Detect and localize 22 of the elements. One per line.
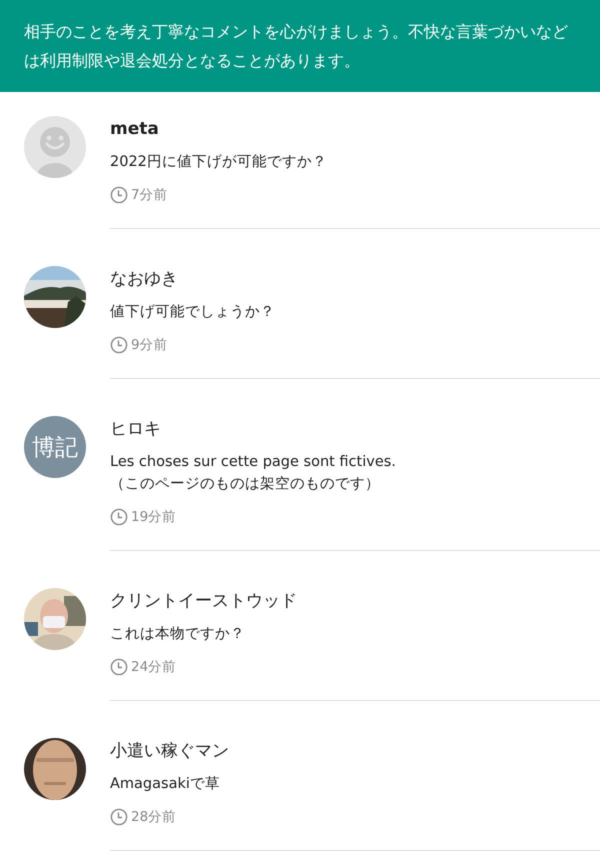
timestamp: 7分前 <box>131 186 168 205</box>
timestamp: 24分前 <box>131 658 176 677</box>
clock-icon <box>110 336 128 354</box>
comment-text: 2022円に値下げが可能ですか？ <box>110 153 328 172</box>
timestamp: 19分前 <box>131 508 176 527</box>
timestamp: 28分前 <box>131 808 176 827</box>
user-name: なおゆき <box>110 268 179 291</box>
comment-text: 値下げ可能でしょうか？ <box>110 303 276 322</box>
clock-icon <box>110 186 128 204</box>
comment-text: これは本物ですか？ <box>110 625 246 644</box>
clock-icon <box>110 658 128 676</box>
timestamp: 9分前 <box>131 336 168 355</box>
clock-icon <box>110 508 128 526</box>
user-name: meta <box>110 118 160 141</box>
avatar-initials: 博記 <box>24 416 86 478</box>
user-name: クリントイーストウッド <box>110 590 298 613</box>
user-name: 小遣い稼ぐマン <box>110 740 230 763</box>
comment-text: Les choses sur cette page sont fictives. （このページのものは架空のものです） <box>110 453 397 494</box>
user-name: ヒロキ <box>110 418 162 441</box>
clock-icon <box>110 808 128 826</box>
notice-text: 相手のことを考え丁寧なコメントを心がけましょう。不快な言葉づかいなどは利用制限や退会処分となることがあります。 <box>24 21 569 72</box>
comment-text: Amagasakiで草 <box>110 775 221 794</box>
